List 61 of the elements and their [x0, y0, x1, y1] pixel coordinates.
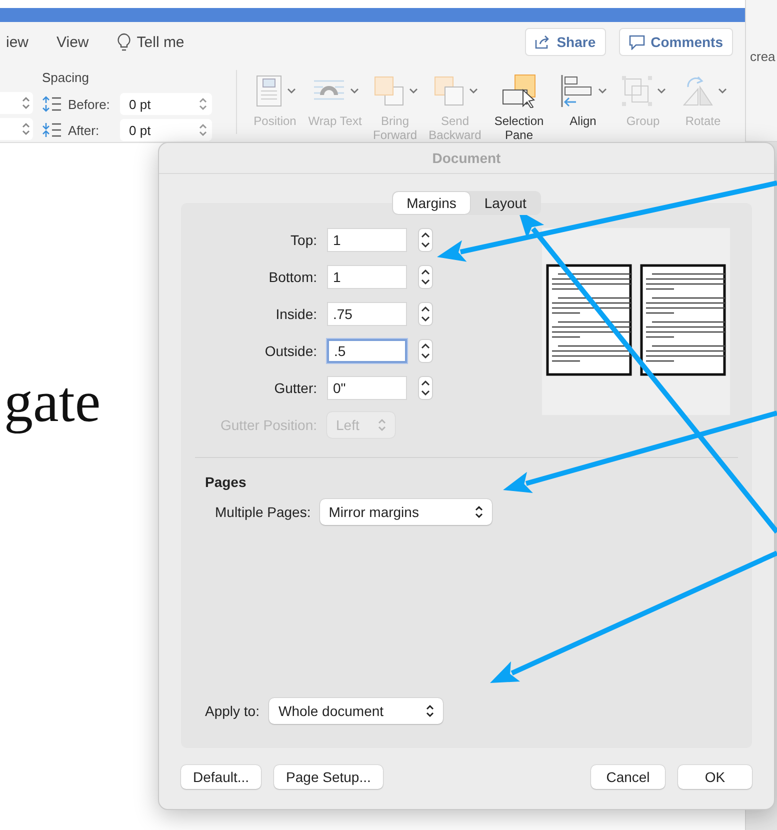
dialog-button[interactable]: OK	[678, 765, 752, 789]
select-field[interactable]: Mirror margins	[320, 499, 492, 525]
comments-button[interactable]: Comments	[618, 28, 733, 56]
updown-icon	[425, 704, 436, 718]
field-label: Gutter:	[273, 380, 317, 396]
bring-forward-icon	[372, 75, 404, 107]
stepper-icon[interactable]	[418, 265, 433, 289]
stepper-icon[interactable]	[418, 302, 433, 326]
updown-icon	[198, 123, 208, 137]
input-field[interactable]: 1	[327, 265, 407, 289]
input-field[interactable]: 1	[327, 228, 407, 252]
spacing-after-icon	[42, 122, 62, 138]
comment-icon	[628, 34, 645, 50]
field-label: After:	[68, 122, 100, 138]
stepper-icon[interactable]	[418, 228, 433, 252]
menu-tab[interactable]: iew	[6, 34, 29, 50]
group-icon	[620, 75, 652, 107]
updown-icon	[474, 505, 484, 519]
updown-icon	[198, 97, 208, 111]
send-backward-icon	[432, 75, 464, 107]
tab[interactable]: Layout	[470, 192, 540, 214]
field-label: Before:	[68, 96, 111, 112]
panel-text: crea	[750, 49, 776, 64]
spin-field[interactable]	[0, 118, 33, 140]
input-field[interactable]: .75	[327, 302, 407, 326]
align-icon	[560, 74, 594, 108]
updown-icon	[21, 96, 31, 110]
field-label: Inside:	[274, 306, 317, 322]
selection-pane-icon	[501, 74, 537, 108]
select-field[interactable]: Whole document	[269, 698, 444, 724]
ribbon-button[interactable]: Selection Pane	[485, 68, 553, 142]
spin-field[interactable]: 0 pt	[120, 119, 212, 141]
section-heading: Pages	[205, 474, 248, 490]
updown-icon	[377, 418, 387, 432]
lightbulb-icon	[116, 32, 131, 52]
updown-icon	[21, 122, 31, 136]
spacing-before-icon	[42, 96, 62, 112]
stepper-icon[interactable]	[418, 339, 433, 363]
share-button[interactable]: Share	[524, 28, 606, 56]
field-label: Top:	[290, 232, 317, 248]
menu-tab[interactable]: View	[56, 34, 89, 50]
spin-field[interactable]: 0 pt	[120, 93, 212, 115]
input-field[interactable]: .5	[327, 339, 407, 363]
tab[interactable]: Margins	[392, 192, 470, 214]
stepper-icon[interactable]	[418, 376, 433, 400]
field-label: Multiple Pages:	[215, 504, 311, 520]
dialog-button[interactable]: Default...	[181, 765, 262, 789]
dialog-button[interactable]: Cancel	[591, 765, 665, 789]
dialog-title: Document	[432, 150, 501, 166]
page-image-icon	[254, 75, 282, 107]
input-field[interactable]: 0"	[327, 376, 407, 400]
ribbon-button[interactable]: Align	[553, 68, 613, 142]
field-label: Apply to:	[205, 703, 260, 719]
spin-field[interactable]	[0, 92, 33, 114]
document-text: gate	[4, 368, 101, 435]
dialog-button[interactable]: Page Setup...	[274, 765, 383, 789]
field-label: Bottom:	[268, 269, 317, 285]
share-icon	[534, 35, 551, 49]
field-label: Outside:	[264, 343, 317, 359]
group-title: Spacing	[42, 70, 90, 85]
tell-me-link[interactable]: Tell me	[136, 34, 184, 50]
